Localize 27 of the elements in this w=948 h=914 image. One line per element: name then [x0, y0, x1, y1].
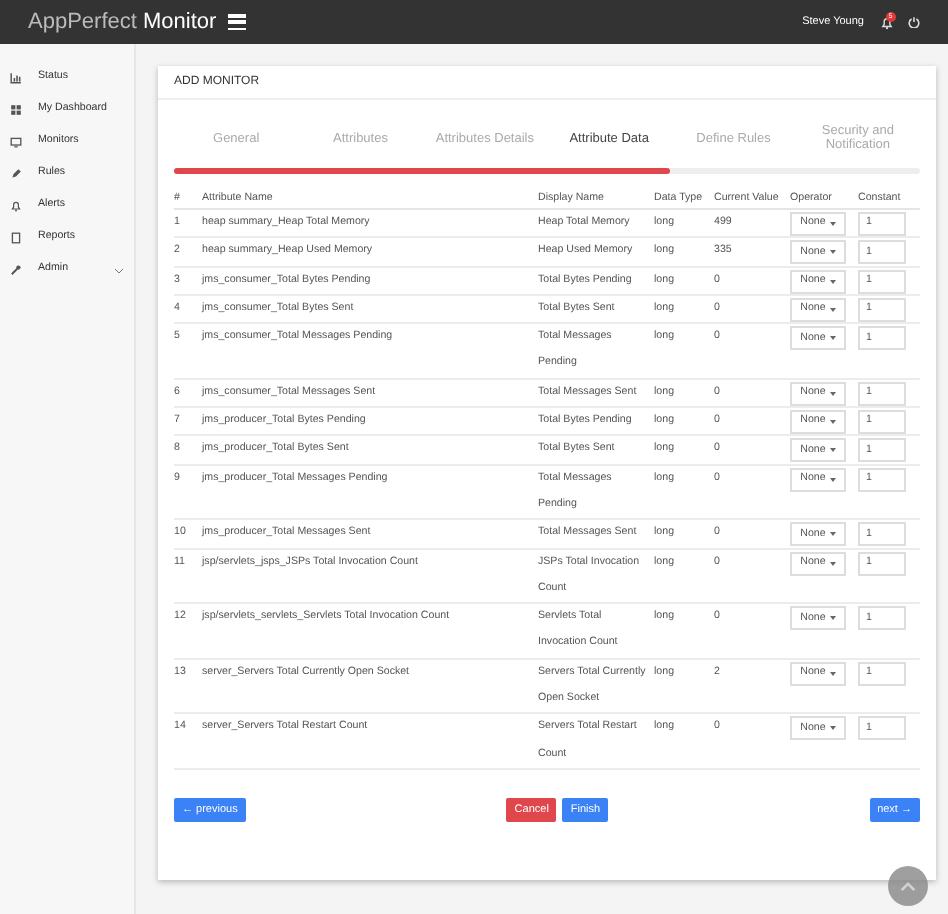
grid-icon [10, 104, 22, 116]
caret-down-icon [829, 448, 836, 453]
monitor-icon [10, 136, 22, 148]
caret-down-icon [829, 616, 836, 621]
bar-chart-icon [10, 72, 22, 84]
caret-down-icon [829, 477, 836, 482]
menu-icon[interactable] [228, 14, 247, 30]
caret-down-icon [829, 250, 836, 255]
caret-down-icon [829, 671, 836, 676]
power-icon[interactable] [908, 16, 920, 28]
scroll-top-button[interactable] [888, 866, 928, 906]
pencil-icon [10, 168, 22, 180]
bell-icon[interactable] [880, 16, 894, 30]
caret-down-icon [829, 336, 836, 341]
document-icon [10, 232, 22, 244]
caret-down-icon [829, 307, 836, 312]
caret-down-icon [829, 222, 836, 226]
caret-down-icon [829, 561, 836, 566]
caret-down-icon [829, 726, 836, 731]
app-title: AppPerfect Monitor [28, 7, 217, 38]
caret-down-icon [829, 391, 836, 396]
bell-icon [10, 200, 22, 212]
caret-down-icon [829, 420, 836, 425]
caret-down-icon [829, 532, 836, 537]
wrench-icon [10, 264, 22, 276]
caret-down-icon [829, 279, 836, 284]
chevron-up-icon [900, 881, 916, 891]
